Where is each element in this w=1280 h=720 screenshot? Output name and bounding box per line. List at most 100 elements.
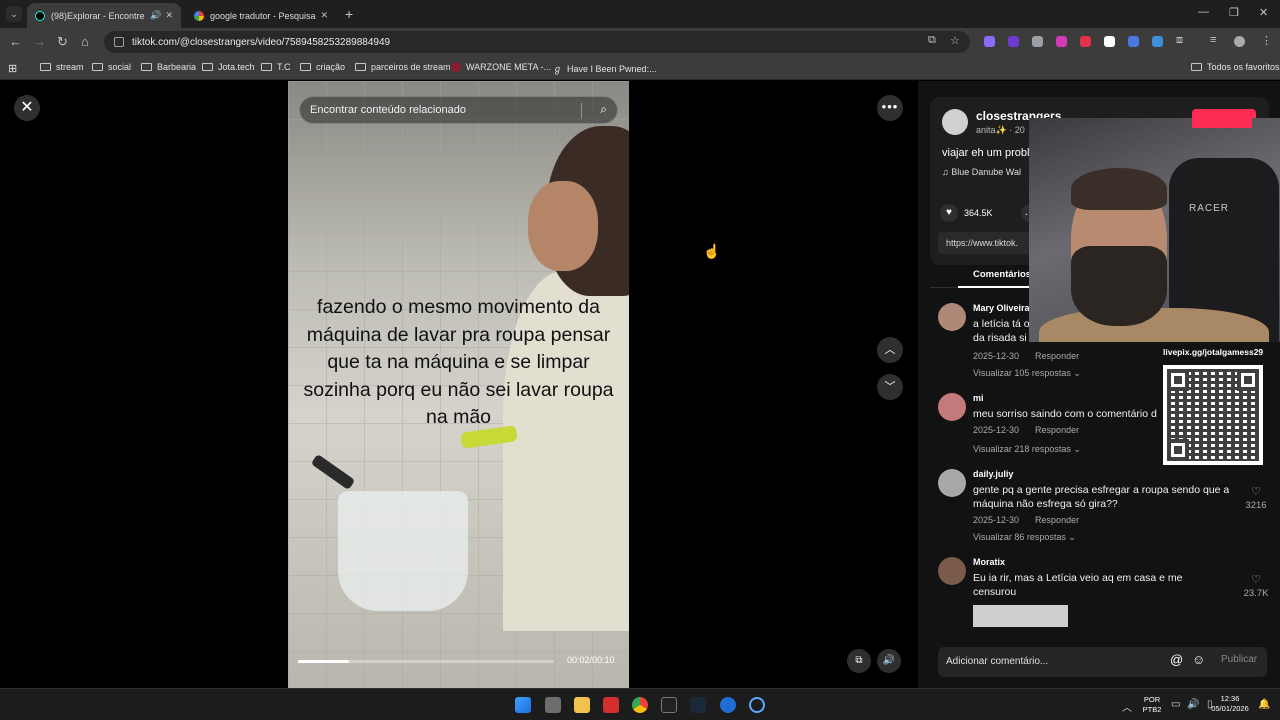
more-options-button[interactable]: ••• [877, 95, 903, 121]
bookmark-folder[interactable]: parceiros de stream [355, 62, 451, 72]
bookmark-folder[interactable]: criação [300, 62, 345, 72]
bookmark-link[interactable]: ℊ Have I Been Pwned:... [553, 62, 657, 75]
tab-search-icon[interactable]: ⌄ [6, 6, 22, 22]
close-video-button[interactable]: ✕ [14, 95, 40, 121]
comment-like[interactable]: ♡ 3216 [1238, 485, 1274, 511]
video-progress-bar[interactable] [298, 660, 554, 663]
windows-start-icon[interactable] [515, 697, 531, 713]
google-favicon-icon [194, 10, 204, 21]
bookmarks-bar: ⊞ stream social Barbearia Jota.tech T.C … [0, 56, 1280, 80]
task-view-icon[interactable] [545, 697, 561, 713]
clock[interactable]: 12:36 05/01/2026 [1205, 694, 1255, 714]
profile-avatar-icon[interactable] [1234, 36, 1245, 47]
file-explorer-icon[interactable] [574, 697, 590, 713]
commenter-avatar[interactable] [938, 557, 966, 585]
video-player[interactable]: fazendo o mesmo movimento da máquina de … [288, 81, 629, 688]
bookmark-link[interactable]: WARZONE META -... [451, 62, 551, 72]
chrome-icon[interactable] [632, 697, 648, 713]
heart-icon[interactable]: ♥ [940, 204, 958, 222]
comment-username[interactable]: mi [973, 393, 984, 403]
forward-arrow-icon[interactable]: → [33, 34, 46, 49]
volume-tray-icon[interactable]: 🔊 [1187, 699, 1199, 710]
tab-google[interactable]: google tradutor - Pesquisa Goo ✕ [186, 3, 336, 28]
new-tab-plus-icon[interactable]: + [345, 6, 353, 22]
menu-kebab-icon[interactable]: ⋮ [1261, 34, 1272, 47]
language-indicator[interactable]: POR PTB2 [1141, 695, 1163, 715]
folder-icon [92, 63, 103, 71]
window-close-icon[interactable]: ✕ [1259, 6, 1268, 19]
steam-icon[interactable] [690, 697, 706, 713]
battlenet-icon[interactable] [720, 697, 736, 713]
reload-icon[interactable]: ↻ [57, 34, 68, 50]
bookmark-folder[interactable]: Barbearia [141, 62, 196, 72]
music-label[interactable]: ♫ Blue Danube Wal [942, 167, 1021, 177]
folder-icon [355, 63, 366, 71]
address-bar[interactable]: tiktok.com/@closestrangers/video/7589458… [104, 31, 970, 53]
tab-close-icon[interactable]: ✕ [320, 10, 328, 21]
previous-video-button[interactable]: ︿ [877, 337, 903, 363]
tab-comments[interactable]: Comentários [973, 269, 1031, 280]
bookmark-folder[interactable]: stream [40, 62, 84, 72]
extension-icon[interactable] [1104, 36, 1115, 47]
speaker-icon[interactable]: 🔊 [150, 10, 161, 21]
tray-chevron-icon[interactable]: ︿ [1122, 699, 1132, 714]
install-app-icon[interactable]: ⧉ [928, 34, 936, 47]
reply-button[interactable]: Responder [1035, 515, 1079, 525]
comment-username[interactable]: Mary Oliveira [973, 303, 1030, 313]
bookmark-folder[interactable]: social [92, 62, 131, 72]
view-replies-button[interactable]: Visualizar 86 respostas ⌄ [973, 532, 1076, 543]
back-arrow-icon[interactable]: ← [9, 34, 22, 49]
publish-button[interactable]: Publicar [1221, 654, 1257, 665]
commenter-avatar[interactable] [938, 303, 966, 331]
extension-icon[interactable] [1008, 36, 1019, 47]
comment-username[interactable]: daily.juliy [973, 469, 1013, 479]
translate-extension-icon[interactable] [1128, 36, 1139, 47]
related-search-input[interactable]: Encontrar conteúdo relacionado ⌕ [299, 96, 618, 124]
commenter-avatar[interactable] [938, 393, 966, 421]
qr-finder [1237, 369, 1259, 391]
mention-icon[interactable]: @ [1170, 652, 1183, 667]
floating-player-button[interactable]: ⧉ [847, 649, 871, 673]
comment-username[interactable]: Moratix [973, 557, 1005, 567]
tab-tiktok[interactable]: (98)Explorar - Encontre seu 🔊 ✕ [27, 3, 181, 28]
next-video-button[interactable]: ﹀ [877, 374, 903, 400]
emoji-icon[interactable]: ☺ [1192, 652, 1205, 667]
bookmark-folder[interactable]: T.C [261, 62, 291, 72]
app-ring-icon[interactable] [749, 697, 765, 713]
network-icon[interactable]: ▭ [1171, 699, 1180, 710]
extension-icon[interactable] [984, 36, 995, 47]
extensions-puzzle-icon[interactable]: ⧈ [1176, 34, 1183, 47]
reply-button[interactable]: Responder [1035, 425, 1079, 435]
comment-text: meu sorriso saindo com o comentário d [973, 408, 1157, 420]
extension-icon[interactable] [1032, 36, 1043, 47]
extension-icon[interactable] [1152, 36, 1163, 47]
search-icon[interactable]: ⌕ [600, 102, 607, 117]
restore-icon[interactable]: ❐ [1229, 6, 1239, 19]
volume-button[interactable]: 🔊 [877, 649, 901, 673]
view-replies-button[interactable]: Visualizar 105 respostas ⌄ [973, 368, 1081, 379]
reply-button[interactable]: Responder [1035, 351, 1079, 361]
tab-close-icon[interactable]: ✕ [165, 10, 173, 21]
site-info-icon[interactable] [114, 37, 124, 47]
heart-outline-icon[interactable]: ♡ [1238, 573, 1274, 586]
comment-like[interactable]: ♡ 23.7K [1238, 573, 1274, 599]
reading-list-icon[interactable]: ≡ [1210, 34, 1216, 46]
notifications-icon[interactable]: 🔔 [1258, 699, 1270, 710]
home-icon[interactable]: ⌂ [81, 34, 89, 49]
extension-icon[interactable] [1056, 36, 1067, 47]
qr-finder [1167, 439, 1189, 461]
commenter-avatar[interactable] [938, 469, 966, 497]
author-avatar[interactable] [942, 109, 968, 135]
view-replies-button[interactable]: Visualizar 218 respostas ⌄ [973, 444, 1081, 455]
apps-grid-icon[interactable]: ⊞ [8, 62, 17, 75]
comment-image[interactable] [973, 605, 1068, 627]
bookmark-star-icon[interactable]: ☆ [950, 34, 960, 47]
heart-outline-icon[interactable]: ♡ [1238, 485, 1274, 498]
all-bookmarks[interactable]: Todos os favoritos [1191, 62, 1280, 72]
add-comment-input[interactable]: Adicionar comentário... [938, 647, 1267, 677]
app-icon[interactable] [661, 697, 677, 713]
minimize-icon[interactable]: — [1198, 6, 1209, 18]
app-bolt-icon[interactable] [603, 697, 619, 713]
extension-icon[interactable] [1080, 36, 1091, 47]
bookmark-folder[interactable]: Jota.tech [202, 62, 255, 72]
